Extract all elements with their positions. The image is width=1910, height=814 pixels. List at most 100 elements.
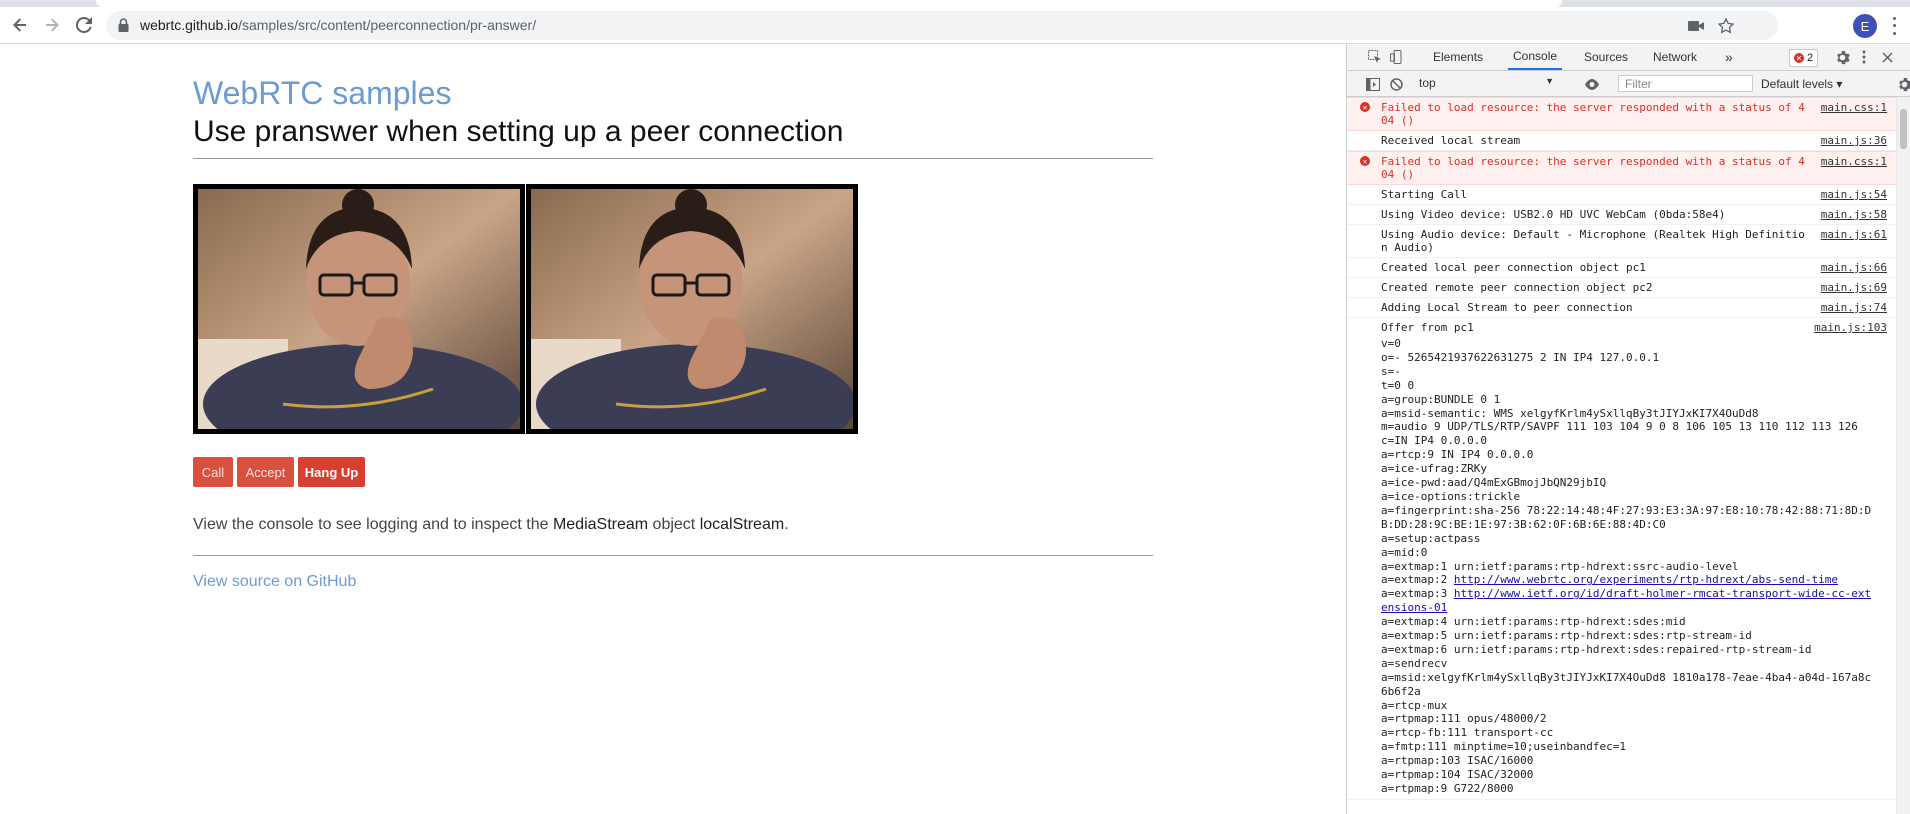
sdp-line-text: a=rtcp-fb:111 transport-cc bbox=[1381, 726, 1554, 740]
sdp-line-text: a=ice-pwd:aad/Q4mExGBmojJbQN29jbIQ bbox=[1381, 476, 1607, 490]
scrollbar-thumb[interactable] bbox=[1900, 109, 1907, 149]
bookmark-button[interactable] bbox=[1716, 16, 1736, 36]
log-text: Adding Local Stream to peer connection bbox=[1381, 301, 1633, 314]
sdp-text: v=0 o=- 5265421937622631275 2 IN IP4 127.… bbox=[1381, 337, 1875, 796]
sdp-line: a=ice-ufrag:ZRKy bbox=[1381, 462, 1875, 476]
sdp-line-text: o=- 5265421937622631275 2 IN IP4 127.0.0… bbox=[1381, 350, 1660, 364]
devtools-panel: Elements Console Sources Network » ✕ 2 t… bbox=[1346, 44, 1910, 814]
console-filter-input[interactable] bbox=[1618, 75, 1753, 92]
log-source-link[interactable]: main.css:1 bbox=[1821, 101, 1887, 114]
console-message: Adding Local Stream to peer connection m… bbox=[1347, 298, 1897, 318]
lock-icon[interactable] bbox=[118, 18, 129, 32]
sdp-line-text: s=- bbox=[1381, 364, 1401, 378]
log-text: Created local peer connection object pc1 bbox=[1381, 261, 1646, 274]
sdp-line-text: a=rtpmap:103 ISAC/16000 bbox=[1381, 754, 1534, 768]
tab-sources[interactable]: Sources bbox=[1579, 44, 1633, 70]
close-devtools-button[interactable] bbox=[1878, 48, 1896, 66]
sdp-line: a=group:BUNDLE 0 1 bbox=[1381, 393, 1875, 407]
console-settings-button[interactable] bbox=[1895, 75, 1910, 93]
console-message-error: ✕ Failed to load resource: the server re… bbox=[1347, 151, 1897, 185]
device-toolbar-button[interactable] bbox=[1388, 48, 1406, 66]
local-video-frame bbox=[198, 189, 520, 429]
address-bar[interactable]: webrtc.github.io/samples/src/content/pee… bbox=[106, 11, 1778, 40]
browser-menu-button[interactable] bbox=[1886, 15, 1902, 37]
context-value: top bbox=[1419, 76, 1436, 90]
tab-console[interactable]: Console bbox=[1508, 44, 1563, 70]
log-source-link[interactable]: main.js:69 bbox=[1821, 281, 1887, 294]
console-message: Using Video device: USB2.0 HD UVC WebCam… bbox=[1347, 205, 1897, 225]
block-icon bbox=[1389, 77, 1403, 91]
forward-button[interactable] bbox=[40, 13, 64, 37]
sdp-line-text: a=fmtp:111 minptime=10;useinbandfec=1 bbox=[1381, 740, 1627, 754]
remote-video[interactable] bbox=[526, 184, 858, 434]
sdp-line: a=msid-semantic: WMS xelgyfKrlm4ySxllqBy… bbox=[1381, 407, 1875, 421]
description-after: . bbox=[784, 516, 789, 533]
reload-button[interactable] bbox=[72, 13, 96, 37]
sdp-line-text: a=rtpmap:111 opus/48000/2 bbox=[1381, 712, 1547, 726]
url-host: webrtc.github.io bbox=[140, 17, 239, 33]
sdp-line-text: a=extmap:6 urn:ietf:params:rtp-hdrext:sd… bbox=[1381, 642, 1812, 656]
devtools-menu-button[interactable] bbox=[1855, 48, 1873, 66]
sdp-link[interactable]: http://www.ietf.org/id/draft-holmer-rmca… bbox=[1381, 587, 1871, 614]
hang-up-button[interactable]: Hang Up bbox=[298, 457, 365, 487]
description-localstream: localStream bbox=[699, 516, 785, 533]
camera-indicator[interactable] bbox=[1686, 16, 1706, 36]
sdp-line-text: a=msid-semantic: WMS xelgyfKrlm4ySxllqBy… bbox=[1381, 406, 1759, 420]
profile-avatar[interactable]: E bbox=[1853, 14, 1877, 38]
title-divider bbox=[193, 158, 1153, 159]
site-title-link[interactable]: WebRTC samples bbox=[193, 75, 451, 112]
console-output[interactable]: ✕ Failed to load resource: the server re… bbox=[1347, 97, 1897, 814]
log-source-link[interactable]: main.js:66 bbox=[1821, 261, 1887, 274]
log-source-link[interactable]: main.js:61 bbox=[1821, 228, 1887, 241]
description-middle: object bbox=[648, 516, 700, 533]
sdp-line-text: c=IN IP4 0.0.0.0 bbox=[1381, 434, 1487, 448]
log-levels-dropdown[interactable]: Default levels ▾ bbox=[1761, 77, 1842, 91]
more-tabs-button[interactable]: » bbox=[1720, 44, 1738, 70]
sidebar-icon bbox=[1366, 77, 1380, 91]
log-source-link[interactable]: main.js:58 bbox=[1821, 208, 1887, 221]
log-source-link[interactable]: main.js:54 bbox=[1821, 188, 1887, 201]
call-button[interactable]: Call bbox=[193, 457, 233, 487]
tab-network[interactable]: Network bbox=[1648, 44, 1702, 70]
log-source-link[interactable]: main.js:103 bbox=[1814, 321, 1887, 334]
log-text: Failed to load resource: the server resp… bbox=[1381, 155, 1805, 181]
log-text: Using Video device: USB2.0 HD UVC WebCam… bbox=[1381, 208, 1726, 221]
sdp-link[interactable]: http://www.webrtc.org/experiments/rtp-hd… bbox=[1454, 573, 1838, 586]
inspect-element-button[interactable] bbox=[1366, 48, 1384, 66]
accept-button[interactable]: Accept bbox=[237, 457, 294, 487]
sdp-line-text: a=rtpmap:104 ISAC/32000 bbox=[1381, 768, 1534, 782]
active-tab[interactable] bbox=[96, 0, 1562, 7]
devtools-settings-button[interactable] bbox=[1833, 48, 1851, 66]
log-source-link[interactable]: main.css:1 bbox=[1821, 155, 1887, 168]
tab-elements[interactable]: Elements bbox=[1428, 44, 1488, 70]
back-button[interactable] bbox=[8, 13, 32, 37]
live-expression-button[interactable] bbox=[1583, 75, 1601, 93]
console-toolbar: top ▼ Default levels ▾ bbox=[1347, 71, 1910, 97]
clear-console-button[interactable] bbox=[1387, 75, 1405, 93]
view-source-link[interactable]: View source on GitHub bbox=[193, 573, 356, 591]
context-selector[interactable]: top ▼ bbox=[1419, 76, 1554, 92]
console-scrollbar[interactable] bbox=[1896, 97, 1910, 814]
local-video[interactable] bbox=[193, 184, 525, 434]
device-icon bbox=[1390, 50, 1402, 64]
offer-title: Offer from pc1 bbox=[1381, 321, 1474, 334]
sdp-line-text: a=ice-ufrag:ZRKy bbox=[1381, 462, 1487, 476]
log-source-link[interactable]: main.js:74 bbox=[1821, 301, 1887, 314]
log-source-link[interactable]: main.js:36 bbox=[1821, 134, 1887, 147]
sidebar-toggle-button[interactable] bbox=[1364, 75, 1382, 93]
error-icon: ✕ bbox=[1360, 156, 1370, 166]
sdp-line-text: a=extmap:2 bbox=[1381, 573, 1454, 587]
sdp-line: a=rtcp-mux bbox=[1381, 699, 1875, 713]
url-text[interactable]: webrtc.github.io/samples/src/content/pee… bbox=[140, 17, 536, 33]
sdp-line-text: m=audio 9 UDP/TLS/RTP/SAVPF 111 103 104 … bbox=[1381, 420, 1858, 434]
error-count-badge[interactable]: ✕ 2 bbox=[1789, 49, 1819, 67]
sdp-line: t=0 0 bbox=[1381, 379, 1875, 393]
sdp-line-text: a=fingerprint:sha-256 78:22:14:48:4F:27:… bbox=[1381, 503, 1872, 531]
sdp-line-text: a=msid:xelgyfKrlm4ySxllqBy3tJIYJxKI7X4Ou… bbox=[1381, 670, 1872, 698]
forward-arrow-icon bbox=[46, 18, 59, 32]
browser-toolbar: webrtc.github.io/samples/src/content/pee… bbox=[0, 7, 1910, 44]
sdp-line: m=audio 9 UDP/TLS/RTP/SAVPF 111 103 104 … bbox=[1381, 420, 1875, 434]
sdp-line: a=rtpmap:103 ISAC/16000 bbox=[1381, 754, 1875, 768]
dropdown-arrow-icon: ▼ bbox=[1545, 76, 1554, 86]
sdp-line: a=setup:actpass bbox=[1381, 532, 1875, 546]
